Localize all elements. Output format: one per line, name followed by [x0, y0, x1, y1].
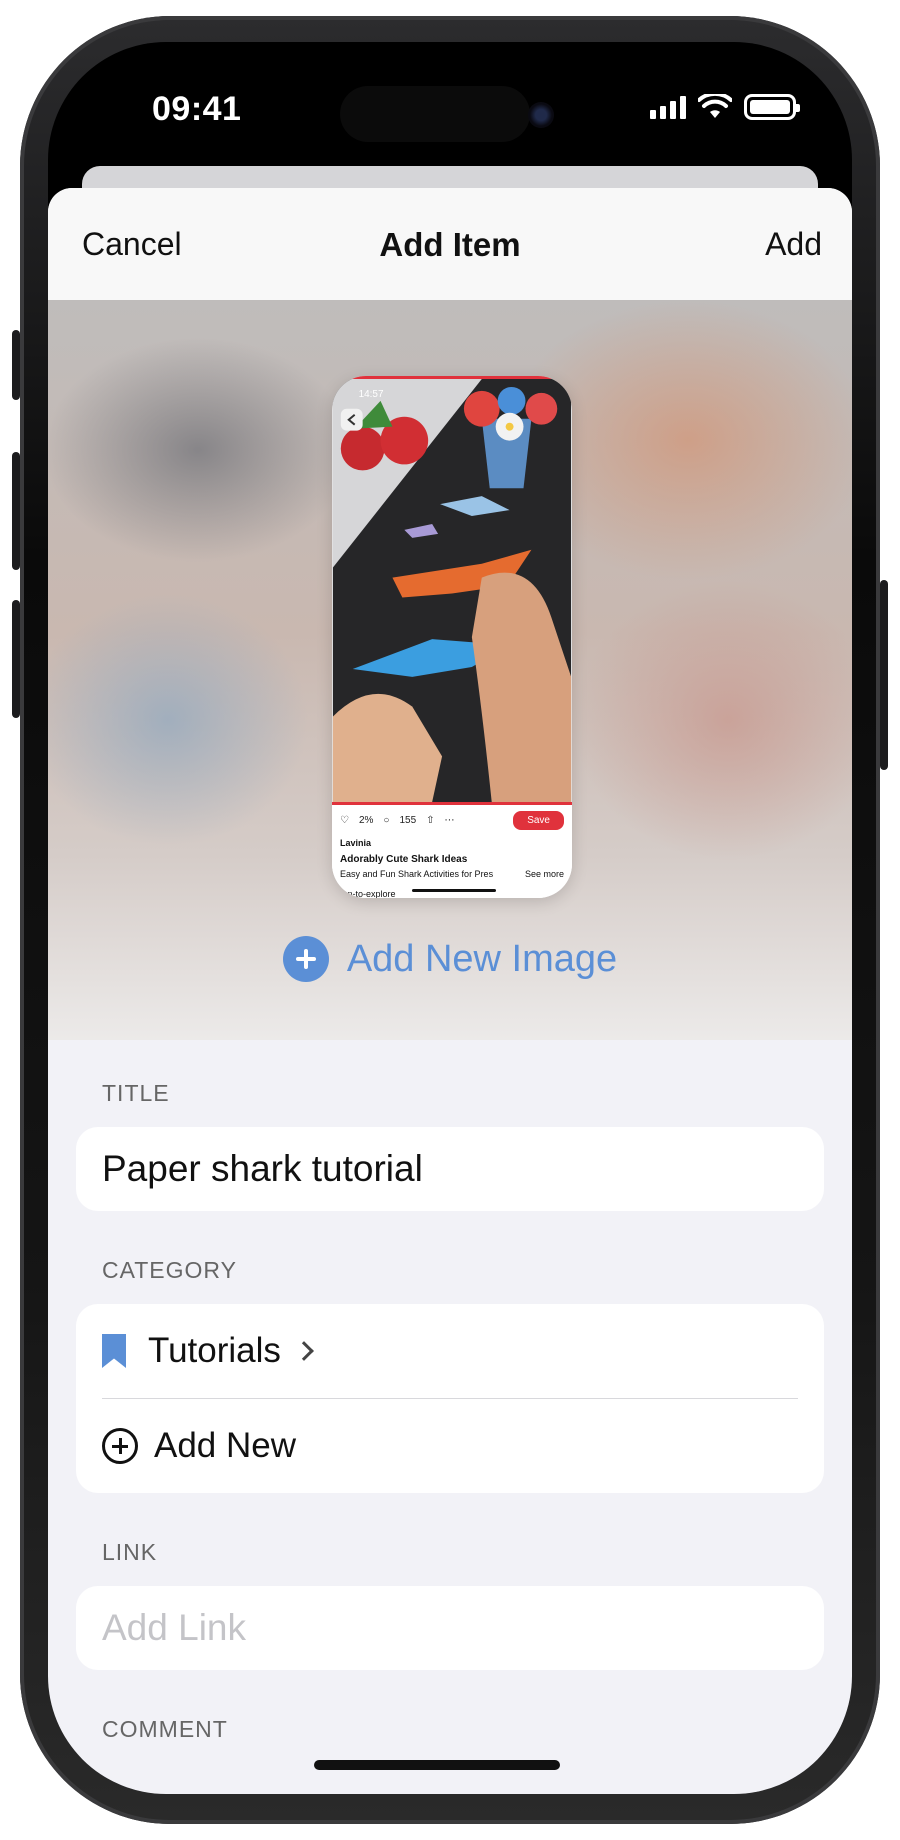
phone-screen: 09:41 Cancel Add Item Add 14:57 ♡ 2% ○ 1… — [48, 42, 852, 1794]
status-icons — [650, 94, 800, 120]
thumbnail-pin-info: ♡ 2% ○ 155 ⇧ ⋯ Save Lavinia Adorably Cut… — [332, 802, 572, 898]
volume-up-button — [12, 452, 20, 570]
thumbnail-author: Lavinia — [340, 838, 372, 848]
comment-section-label: COMMENT — [102, 1716, 228, 1742]
thumbnail-description-row: Easy and Fun Shark Activities for Pres S… — [340, 869, 564, 879]
share-icon: ⇧ — [426, 815, 435, 826]
category-selected-label: Tutorials — [148, 1331, 281, 1370]
category-card: Tutorials Add New — [76, 1304, 824, 1493]
thumbnail-time: 14:57 — [359, 389, 384, 400]
bookmark-icon — [102, 1334, 126, 1368]
comments-count: 155 — [399, 815, 417, 826]
thumbnail-headline: Adorably Cute Shark Ideas — [340, 854, 468, 865]
plus-circle-icon — [282, 936, 329, 982]
likes-count: 2% — [358, 815, 374, 826]
origami-shark-photo: 14:57 — [332, 376, 572, 802]
navigation-bar: Cancel Add Item Add — [48, 188, 852, 300]
more-icon: ⋯ — [444, 815, 455, 826]
add-item-sheet: Cancel Add Item Add 14:57 ♡ 2% ○ 155 ⇧ ⋯… — [48, 188, 852, 1794]
comment-icon: ○ — [383, 815, 390, 826]
volume-down-button — [12, 600, 20, 718]
title-field[interactable]: Paper shark tutorial — [76, 1127, 824, 1211]
battery-icon — [744, 94, 800, 120]
power-button — [880, 580, 888, 770]
add-new-category-row[interactable]: Add New — [76, 1399, 824, 1493]
thumbnail-save-button: Save — [513, 811, 564, 830]
add-image-row: Add New Image — [48, 936, 852, 982]
thumbnail-description: Easy and Fun Shark Activities for Pres — [340, 869, 494, 879]
status-time: 09:41 — [152, 90, 242, 128]
item-form: TITLE Paper shark tutorial CATEGORY Tuto… — [48, 1040, 852, 1743]
dynamic-island — [340, 86, 530, 142]
image-preview-area: 14:57 ♡ 2% ○ 155 ⇧ ⋯ Save Lavinia Adorab… — [48, 300, 852, 1040]
camera-icon — [528, 102, 554, 128]
add-button[interactable]: Add — [765, 226, 822, 263]
category-selected-row[interactable]: Tutorials — [76, 1304, 824, 1398]
wifi-icon — [698, 94, 732, 118]
add-new-category-label: Add New — [154, 1426, 297, 1465]
home-indicator — [314, 1760, 560, 1770]
cellular-signal-icon — [650, 95, 686, 119]
action-button — [12, 330, 20, 400]
add-circle-icon — [102, 1428, 138, 1464]
category-section-label: CATEGORY — [102, 1257, 237, 1283]
chevron-right-icon — [294, 1341, 314, 1361]
thumbnail-see-more: See more — [524, 869, 564, 879]
thumbnail-home-indicator — [412, 889, 496, 892]
add-new-image-label: Add New Image — [346, 937, 618, 980]
thumbnail-actions: ♡ 2% ○ 155 ⇧ ⋯ Save — [340, 811, 564, 830]
add-new-image-button[interactable]: Add New Image — [282, 936, 618, 982]
page-title: Add Item — [379, 226, 521, 263]
heart-icon: ♡ — [340, 815, 349, 826]
image-thumbnail[interactable]: 14:57 ♡ 2% ○ 155 ⇧ ⋯ Save Lavinia Adorab… — [332, 376, 572, 898]
link-section-label: LINK — [102, 1539, 158, 1565]
link-field[interactable]: Add Link — [76, 1586, 824, 1670]
title-section-label: TITLE — [102, 1080, 170, 1106]
